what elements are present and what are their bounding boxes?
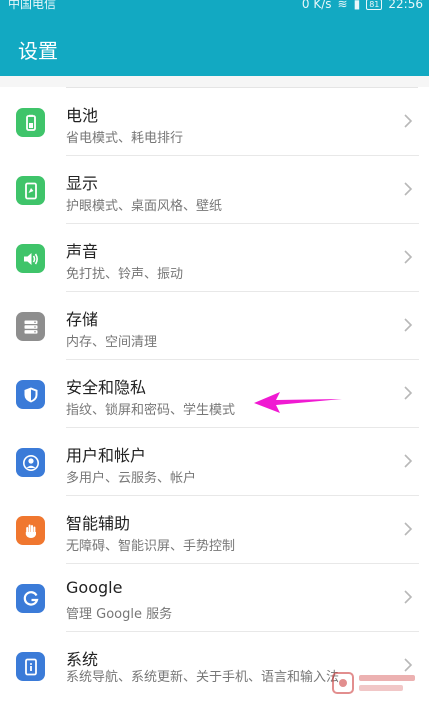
google-icon: [16, 584, 45, 613]
chevron-right-icon: [404, 114, 413, 128]
clock: 22:56: [388, 0, 423, 11]
item-title: 存储: [66, 310, 99, 329]
item-title: 显示: [66, 174, 99, 193]
carrier-label: 中国电信: [8, 0, 57, 11]
watermark-logo-icon: [332, 672, 415, 694]
item-subtitle: 内存、空间清理: [66, 335, 158, 350]
status-bar: 中国电信 0 K/s ≋ ▮ 81 22:56: [0, 0, 429, 14]
item-subtitle: 系统导航、系统更新、关于手机、语言和输入法: [66, 670, 340, 685]
status-indicators: 0 K/s ≋ ▮ 81 22:56: [302, 0, 423, 10]
item-subtitle: 管理 Google 服务: [66, 607, 173, 622]
settings-item-sound[interactable]: 声音 免打扰、铃声、振动: [0, 224, 429, 292]
system-icon: [16, 652, 45, 681]
wifi-icon: ≋: [337, 0, 348, 11]
chevron-right-icon: [404, 386, 413, 400]
chevron-right-icon: [404, 250, 413, 264]
item-subtitle: 省电模式、耗电排行: [66, 131, 184, 146]
item-subtitle: 免打扰、铃声、振动: [66, 267, 184, 282]
annotation-arrow-icon: [254, 392, 342, 413]
settings-item-smart-assistance[interactable]: 智能辅助 无障碍、智能识屏、手势控制: [0, 496, 429, 564]
display-icon: [16, 176, 45, 205]
item-subtitle: 护眼模式、桌面风格、壁纸: [66, 199, 223, 214]
page-title: 设置: [18, 39, 58, 63]
storage-icon: [16, 312, 45, 341]
item-title: 安全和隐私: [66, 378, 147, 397]
shield-icon: [16, 380, 45, 409]
chevron-right-icon: [404, 454, 413, 468]
item-title: Google: [66, 578, 123, 597]
settings-item-security-privacy[interactable]: 安全和隐私 指纹、锁屏和密码、学生模式: [0, 360, 429, 428]
settings-item-battery[interactable]: 电池 省电模式、耗电排行: [0, 88, 429, 156]
item-title: 声音: [66, 242, 99, 261]
chevron-right-icon: [404, 522, 413, 536]
battery-icon: [16, 108, 45, 137]
chevron-right-icon: [404, 182, 413, 196]
speaker-icon: [16, 244, 45, 273]
app-bar: 设置: [0, 14, 429, 76]
hand-icon: [16, 516, 45, 545]
item-subtitle: 无障碍、智能识屏、手势控制: [66, 539, 236, 554]
user-icon: [16, 448, 45, 477]
chevron-right-icon: [404, 590, 413, 604]
settings-item-display[interactable]: 显示 护眼模式、桌面风格、壁纸: [0, 156, 429, 224]
settings-item-google[interactable]: Google 管理 Google 服务: [0, 564, 429, 632]
battery-level: 81: [366, 0, 383, 10]
item-subtitle: 指纹、锁屏和密码、学生模式: [66, 403, 236, 418]
settings-item-users-accounts[interactable]: 用户和帐户 多用户、云服务、帐户: [0, 428, 429, 496]
item-subtitle: 多用户、云服务、帐户: [66, 471, 197, 486]
signal-icon: ▮: [353, 0, 361, 11]
chevron-right-icon: [404, 318, 413, 332]
item-title: 智能辅助: [66, 514, 131, 533]
settings-item-storage[interactable]: 存储 内存、空间清理: [0, 292, 429, 360]
item-title: 电池: [66, 106, 99, 125]
network-speed: 0 K/s: [301, 0, 332, 11]
item-title: 用户和帐户: [66, 446, 147, 465]
